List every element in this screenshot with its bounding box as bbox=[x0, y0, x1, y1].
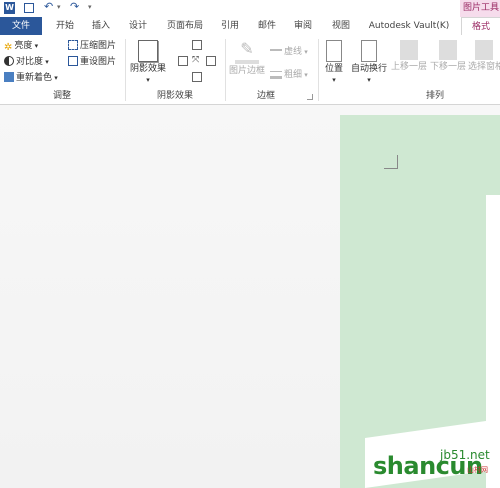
arrange-group-label: 排列 bbox=[425, 91, 444, 101]
tab-view[interactable]: 视图 bbox=[326, 17, 356, 35]
pencil-icon: ✎ bbox=[240, 39, 254, 58]
brightness-button[interactable]: ✲ 亮度 ▾ bbox=[4, 40, 39, 53]
chevron-down-icon: ▾ bbox=[302, 48, 308, 56]
send-backward-icon bbox=[439, 40, 457, 60]
save-icon[interactable] bbox=[24, 3, 34, 13]
chevron-down-icon: ▾ bbox=[332, 76, 336, 84]
crop-mark-horizontal bbox=[384, 168, 398, 169]
tab-references[interactable]: 引用 bbox=[215, 17, 245, 35]
shadow-nudge-controls: ⤧ bbox=[176, 40, 220, 86]
title-bar: W ↶ ▾ ↷ ▾ 图片工具 bbox=[0, 0, 500, 17]
border-color-bar-icon bbox=[235, 60, 259, 64]
chevron-down-icon: ▾ bbox=[32, 42, 39, 50]
shadow-group-label: 阴影效果 bbox=[156, 91, 193, 101]
tab-page-layout[interactable]: 页面布局 bbox=[160, 17, 210, 35]
nudge-down-icon[interactable] bbox=[192, 72, 202, 82]
wrap-text-button[interactable]: 自动换行 ▾ bbox=[349, 40, 389, 86]
nudge-right-icon[interactable] bbox=[206, 56, 216, 66]
bring-forward-button[interactable]: 上移一层 bbox=[390, 40, 428, 73]
contrast-icon bbox=[4, 56, 14, 66]
tab-format[interactable]: 格式 bbox=[461, 17, 500, 36]
chevron-down-icon: ▾ bbox=[302, 71, 308, 79]
group-separator bbox=[318, 39, 319, 101]
weight-button[interactable]: 粗细 ▾ bbox=[270, 69, 308, 81]
ribbon-tabs: 文件 开始 插入 设计 页面布局 引用 邮件 审阅 视图 Autodesk Va… bbox=[0, 17, 500, 36]
position-button[interactable]: 位置 ▾ bbox=[320, 40, 348, 86]
crop-mark-vertical bbox=[397, 155, 398, 169]
adjust-group-label: 调整 bbox=[52, 91, 71, 101]
reset-picture-button[interactable]: 重设图片 bbox=[68, 56, 116, 68]
customize-qat-icon[interactable]: ▾ bbox=[88, 3, 92, 11]
bring-forward-icon bbox=[400, 40, 418, 60]
watermark-cn: 山村网 bbox=[467, 466, 488, 474]
undo-icon[interactable]: ↶ bbox=[44, 0, 53, 13]
selection-pane-icon bbox=[475, 40, 493, 60]
undo-dropdown-icon[interactable]: ▾ bbox=[57, 3, 61, 11]
shadow-toggle-icon[interactable]: ⤧ bbox=[192, 56, 200, 65]
word-icon: W bbox=[4, 2, 15, 14]
selection-pane-button[interactable]: 选择窗格 bbox=[468, 40, 500, 73]
picture-border-button[interactable]: ✎ 图片边框 bbox=[228, 40, 266, 77]
recolor-icon bbox=[4, 72, 14, 82]
send-backward-button[interactable]: 下移一层 bbox=[429, 40, 467, 73]
sun-icon: ✲ bbox=[4, 42, 13, 53]
chevron-down-icon: ▾ bbox=[43, 58, 49, 66]
line-weight-icon bbox=[270, 71, 282, 79]
ribbon: ✲ 亮度 ▾ 对比度 ▾ 重新着色 ▾ 压缩图片 重设图片 调整 阴影效果 ▾ ⤧… bbox=[0, 35, 500, 105]
nudge-up-icon[interactable] bbox=[192, 40, 202, 50]
chevron-down-icon: ▾ bbox=[52, 74, 58, 82]
recolor-button[interactable]: 重新着色 ▾ bbox=[4, 72, 58, 84]
shadow-effects-icon bbox=[138, 40, 158, 62]
tab-home[interactable]: 开始 bbox=[50, 17, 80, 35]
border-group-label: 边框 bbox=[256, 91, 275, 101]
dashes-icon bbox=[270, 49, 282, 51]
chevron-down-icon: ▾ bbox=[146, 76, 150, 84]
watermark-site: jb51.net bbox=[440, 448, 490, 462]
dialog-launcher-icon[interactable] bbox=[307, 94, 313, 100]
tab-insert[interactable]: 插入 bbox=[86, 17, 116, 35]
chevron-down-icon: ▾ bbox=[367, 76, 371, 84]
tab-autodesk-vault[interactable]: Autodesk Vault(K) bbox=[362, 17, 456, 35]
nudge-left-icon[interactable] bbox=[178, 56, 188, 66]
compress-pictures-button[interactable]: 压缩图片 bbox=[68, 40, 116, 52]
position-icon bbox=[326, 40, 342, 62]
redo-icon[interactable]: ↷ bbox=[70, 0, 79, 13]
tab-review[interactable]: 审阅 bbox=[288, 17, 318, 35]
reset-picture-icon bbox=[68, 56, 78, 66]
compress-icon bbox=[68, 40, 78, 50]
dashes-button[interactable]: 虚线 ▾ bbox=[270, 46, 308, 58]
picture-tools-context-label: 图片工具 bbox=[460, 0, 500, 17]
tab-mailings[interactable]: 邮件 bbox=[252, 17, 282, 35]
tab-design[interactable]: 设计 bbox=[123, 17, 153, 35]
contrast-button[interactable]: 对比度 ▾ bbox=[4, 56, 49, 68]
tab-file[interactable]: 文件 bbox=[0, 17, 42, 35]
shadow-effects-button[interactable]: 阴影效果 ▾ bbox=[128, 40, 168, 86]
wrap-text-icon bbox=[361, 40, 377, 62]
